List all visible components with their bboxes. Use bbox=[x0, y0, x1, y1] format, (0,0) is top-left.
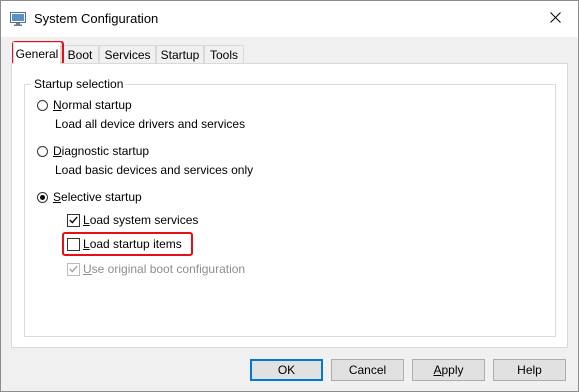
diagnostic-startup-radio[interactable] bbox=[37, 145, 48, 157]
tab-general[interactable]: General bbox=[13, 42, 61, 64]
selective-startup-label: Selective startup bbox=[53, 190, 142, 204]
tab-boot[interactable]: Boot bbox=[61, 45, 99, 63]
cancel-button[interactable]: Cancel bbox=[331, 359, 404, 381]
diagnostic-startup-option[interactable]: Diagnostic startup bbox=[37, 144, 149, 158]
load-startup-items-option[interactable]: Load startup items bbox=[67, 237, 182, 251]
checkmark-icon bbox=[69, 265, 78, 273]
tab-services[interactable]: Services bbox=[99, 45, 156, 63]
use-original-boot-checkbox[interactable] bbox=[67, 262, 80, 276]
load-startup-items-checkbox[interactable] bbox=[67, 237, 80, 251]
system-configuration-icon bbox=[10, 12, 26, 26]
title-bar[interactable]: System Configuration bbox=[1, 1, 578, 37]
tab-startup[interactable]: Startup bbox=[156, 45, 204, 63]
ok-button[interactable]: OK bbox=[250, 359, 323, 381]
startup-selection-legend: Startup selection bbox=[31, 77, 127, 91]
close-button[interactable] bbox=[532, 1, 578, 37]
close-icon bbox=[549, 12, 561, 26]
normal-startup-radio[interactable] bbox=[37, 99, 48, 111]
use-original-boot-label: Use original boot configuration bbox=[83, 262, 246, 276]
system-configuration-window: System Configuration General Boot Servic… bbox=[0, 0, 579, 392]
load-system-services-label: Load system services bbox=[83, 213, 199, 227]
window-title: System Configuration bbox=[34, 11, 159, 26]
checkmark-icon bbox=[69, 216, 78, 224]
load-system-services-checkbox[interactable] bbox=[67, 213, 80, 227]
help-button[interactable]: Help bbox=[493, 359, 566, 381]
normal-startup-label: Normal startup bbox=[53, 98, 132, 112]
general-tab-panel: Startup selection Normal startup Load al… bbox=[11, 63, 568, 348]
use-original-boot-option[interactable]: Use original boot configuration bbox=[67, 262, 245, 276]
selective-startup-radio[interactable] bbox=[37, 191, 48, 203]
selective-startup-option[interactable]: Selective startup bbox=[37, 190, 142, 204]
diagnostic-startup-description: Load basic devices and services only bbox=[55, 163, 254, 177]
normal-startup-description: Load all device drivers and services bbox=[55, 117, 246, 131]
tab-tools[interactable]: Tools bbox=[204, 45, 244, 63]
load-system-services-option[interactable]: Load system services bbox=[67, 213, 198, 227]
load-startup-items-label: Load startup items bbox=[83, 237, 182, 251]
apply-button[interactable]: Apply bbox=[412, 359, 485, 381]
diagnostic-startup-label: Diagnostic startup bbox=[53, 144, 150, 158]
normal-startup-option[interactable]: Normal startup bbox=[37, 98, 132, 112]
